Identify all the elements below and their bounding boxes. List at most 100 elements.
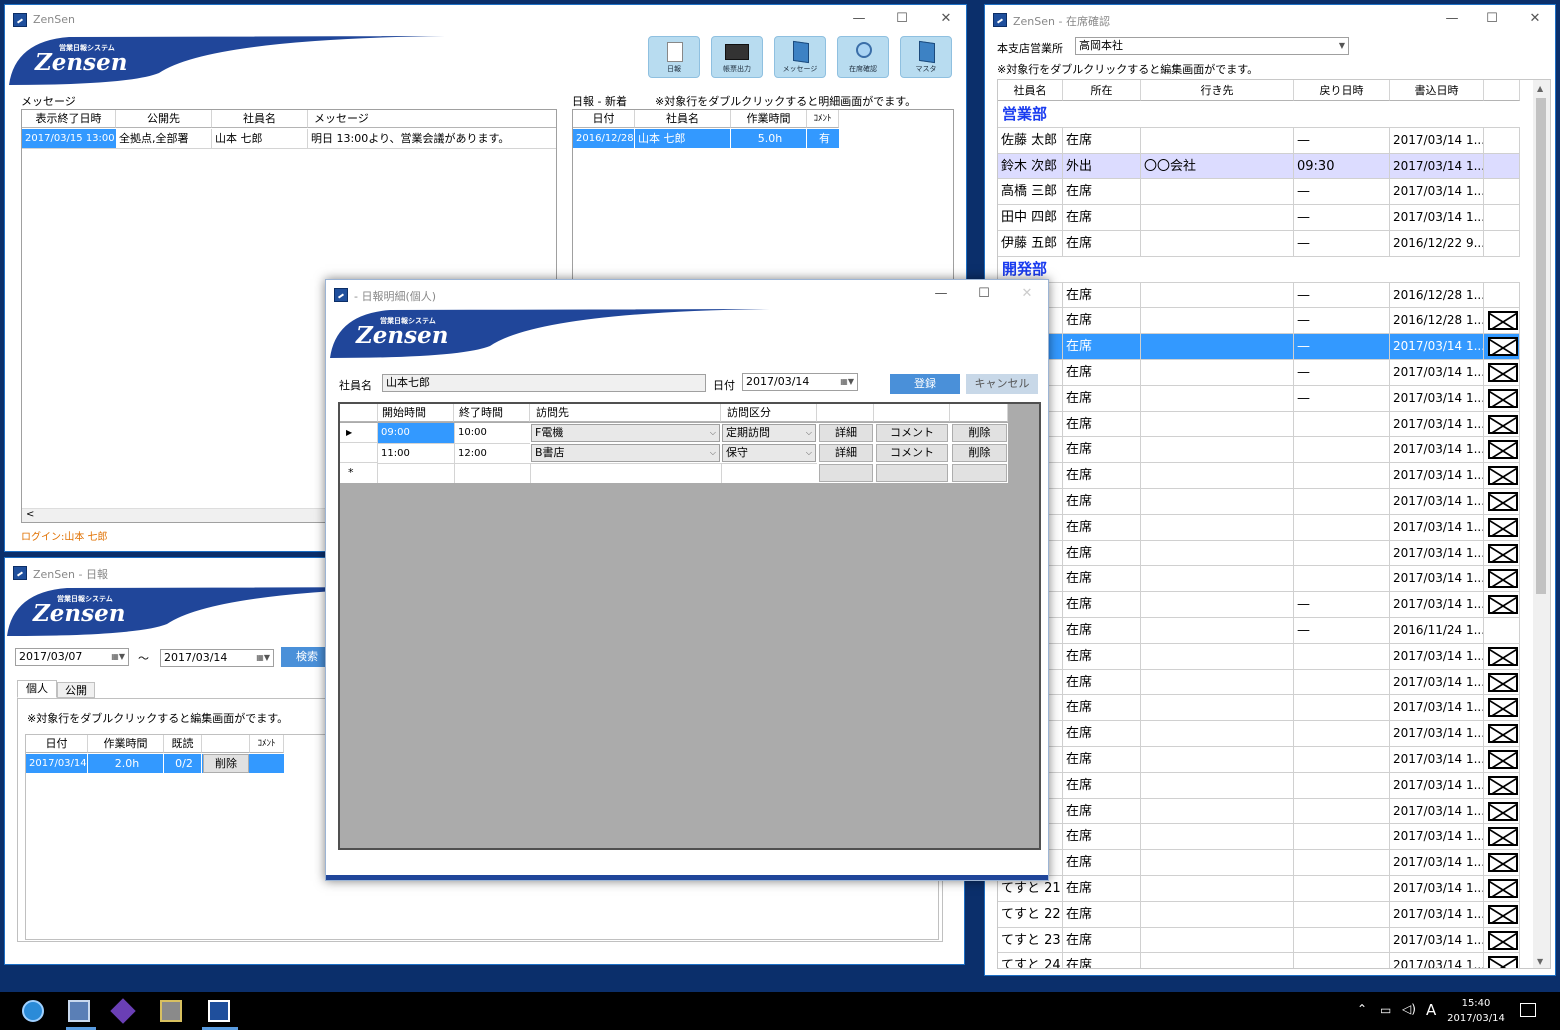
detail-grid[interactable]: 開始時間 終了時間 訪問先 訪問区分 ▶ * 09:00 10:00 F電機 ⌵ … xyxy=(338,402,1041,850)
col-header[interactable]: 所在 xyxy=(1063,80,1141,101)
comment-button[interactable]: コメント xyxy=(876,424,948,442)
col-header[interactable]: 日付 xyxy=(26,735,88,753)
visit-dest-select[interactable]: F電機 ⌵ xyxy=(531,424,720,442)
scrollbar-thumb[interactable] xyxy=(1536,98,1546,594)
mail-icon[interactable] xyxy=(1488,698,1518,718)
col-header[interactable]: 作業時間 xyxy=(731,110,807,128)
nippo-button[interactable]: 日報 xyxy=(648,36,700,78)
presence-row[interactable]: 郎在席—2016/12/28 1... xyxy=(998,308,1520,335)
presence-row[interactable]: 在席 2017/03/14 1... xyxy=(998,514,1520,541)
zensen-taskbar-icon[interactable] xyxy=(208,1000,230,1022)
mail-icon[interactable] xyxy=(1488,672,1518,692)
scroll-up-icon[interactable]: ▲ xyxy=(1537,84,1543,93)
presence-row[interactable]: 田中 四郎 在席 —2017/03/14 1... xyxy=(998,205,1520,231)
delete-button[interactable]: 削除 xyxy=(952,424,1007,442)
col-header[interactable]: 書込日時 xyxy=(1390,80,1484,101)
presence-row[interactable]: 在席 2017/03/14 1... xyxy=(998,489,1520,515)
detail-button[interactable]: 詳細 xyxy=(819,424,873,442)
col-header[interactable]: 作業時間 xyxy=(88,735,164,753)
branch-select[interactable]: 高岡本社 ▼ xyxy=(1075,37,1349,55)
mail-icon[interactable] xyxy=(1488,930,1518,950)
presence-row[interactable]: 在席 2017/03/14 1... xyxy=(998,463,1520,489)
date-picker[interactable]: 2017/03/14 ▦▼ xyxy=(742,373,858,391)
mail-icon[interactable] xyxy=(1488,543,1518,563)
presence-row[interactable]: 在席 —2017/03/14 1... xyxy=(998,360,1520,386)
comment-button[interactable]: コメント xyxy=(876,444,948,462)
mail-icon[interactable] xyxy=(1488,492,1518,511)
tools-icon[interactable] xyxy=(160,1000,182,1022)
col-header[interactable]: メッセージ xyxy=(308,110,556,128)
start-time-cell[interactable]: 09:00 xyxy=(378,423,454,443)
mail-icon[interactable] xyxy=(1488,466,1518,486)
main-titlebar[interactable]: ZenSen — ☐ ✕ xyxy=(5,5,966,35)
presence-row[interactable]: 在席 2017/03/14 1... xyxy=(998,411,1520,438)
minimize-icon[interactable]: — xyxy=(929,284,953,304)
presence-row[interactable]: てすと 22 在席 2017/03/14 1... xyxy=(998,901,1520,928)
presence-row[interactable]: 佐藤 太郎 在席 —2017/03/14 1... xyxy=(998,127,1520,154)
date-from-picker[interactable]: 2017/03/07 ▦▼ xyxy=(15,648,129,666)
col-header[interactable]: 表示終了日時 xyxy=(22,110,116,128)
presence-row[interactable]: 在席 2017/03/14 1... xyxy=(998,772,1520,799)
presence-row[interactable]: 鈴木 次郎 外出 〇〇会社 09:30 2017/03/14 1... xyxy=(998,153,1520,180)
col-header[interactable] xyxy=(1484,80,1520,101)
minimize-icon[interactable]: — xyxy=(847,9,871,29)
presence-row[interactable]: 在席 2017/03/14 1... xyxy=(998,437,1520,464)
presence-row[interactable]: 在席 2017/03/14 1... xyxy=(998,643,1520,670)
nippo-list-cell[interactable] xyxy=(250,754,284,773)
col-header[interactable]: 社員名 xyxy=(212,110,308,128)
mail-icon[interactable] xyxy=(1488,646,1518,666)
mail-icon[interactable] xyxy=(1488,879,1518,898)
network-icon[interactable]: ▭ xyxy=(1380,1003,1391,1017)
col-header[interactable]: ｺﾒﾝﾄ xyxy=(250,735,284,753)
scroll-left-icon[interactable]: < xyxy=(26,509,34,520)
message-cell[interactable]: 明日 13:00より、営業会議があります。 xyxy=(308,129,556,148)
delete-button[interactable]: 削除 xyxy=(203,754,249,773)
presence-row[interactable]: 高橋 三郎 在席 —2017/03/14 1... xyxy=(998,179,1520,206)
vertical-scrollbar[interactable]: ▲ ▼ xyxy=(1533,80,1550,968)
presence-row[interactable]: 在席 2017/03/14 1... xyxy=(998,669,1520,696)
scroll-down-icon[interactable]: ▼ xyxy=(1537,957,1543,966)
mail-icon[interactable] xyxy=(1488,569,1518,589)
register-button[interactable]: 登録 xyxy=(890,374,960,394)
presence-row[interactable]: 在席 —2017/03/14 1... xyxy=(998,592,1520,618)
mail-icon[interactable] xyxy=(1488,595,1518,615)
notification-icon[interactable] xyxy=(1520,1003,1536,1017)
presence-row[interactable]: 郎在席—2017/03/14 1... xyxy=(998,334,1520,360)
visit-kind-select[interactable]: 保守 ⌵ xyxy=(722,444,816,462)
maximize-icon[interactable]: ☐ xyxy=(890,9,914,29)
detail-button[interactable]: 詳細 xyxy=(819,444,873,462)
mail-icon[interactable] xyxy=(1488,724,1518,744)
presence-row[interactable]: 在席 2017/03/14 1... xyxy=(998,824,1520,851)
mail-icon[interactable] xyxy=(1488,363,1518,382)
visit-dest-select[interactable]: B書店 ⌵ xyxy=(531,444,720,462)
presence-row[interactable]: 在席 2017/03/14 1... xyxy=(998,850,1520,876)
presence-row[interactable]: 郎在席—2016/12/28 1... xyxy=(998,282,1520,309)
mail-icon[interactable] xyxy=(1488,801,1518,821)
nippo-list-cell[interactable]: 2.0h xyxy=(88,754,164,773)
close-icon[interactable]: ✕ xyxy=(934,9,958,29)
presence-row[interactable]: 在席 2017/03/14 1... xyxy=(998,540,1520,567)
delete-button[interactable]: 削除 xyxy=(952,444,1007,462)
message-cell[interactable]: 2017/03/15 13:00 xyxy=(22,129,116,148)
mail-icon[interactable] xyxy=(1488,956,1518,968)
col-header[interactable]: 既読 xyxy=(164,735,202,753)
col-header[interactable]: 開始時間 xyxy=(378,404,454,422)
nippo-list-cell[interactable]: 2017/03/14 xyxy=(26,754,88,773)
col-header[interactable]: 終了時間 xyxy=(454,404,530,422)
date-to-picker[interactable]: 2017/03/14 ▦▼ xyxy=(160,649,274,667)
col-header[interactable]: 訪問先 xyxy=(530,404,721,422)
calendar-icon[interactable]: ▦▼ xyxy=(840,374,854,390)
nippo-cell[interactable]: 5.0h xyxy=(731,129,807,148)
col-header[interactable]: ｺﾒﾝﾄ xyxy=(807,110,839,128)
presence-row[interactable]: 在席 2017/03/14 1... xyxy=(998,721,1520,747)
col-header[interactable]: 公開先 xyxy=(116,110,212,128)
cancel-button[interactable]: キャンセル xyxy=(966,374,1038,394)
presence-row[interactable]: 在席 2017/03/14 1... xyxy=(998,695,1520,722)
presence-button[interactable]: 在席確認 xyxy=(837,36,889,78)
chevron-up-icon[interactable]: ⌃ xyxy=(1357,1002,1367,1016)
message-cell[interactable]: 山本 七郎 xyxy=(212,129,308,148)
close-icon[interactable]: ✕ xyxy=(1523,9,1547,29)
maximize-icon[interactable]: ☐ xyxy=(972,284,996,304)
presence-row[interactable]: てすと 21 在席 2017/03/14 1... xyxy=(998,876,1520,902)
mail-icon[interactable] xyxy=(1488,440,1518,460)
